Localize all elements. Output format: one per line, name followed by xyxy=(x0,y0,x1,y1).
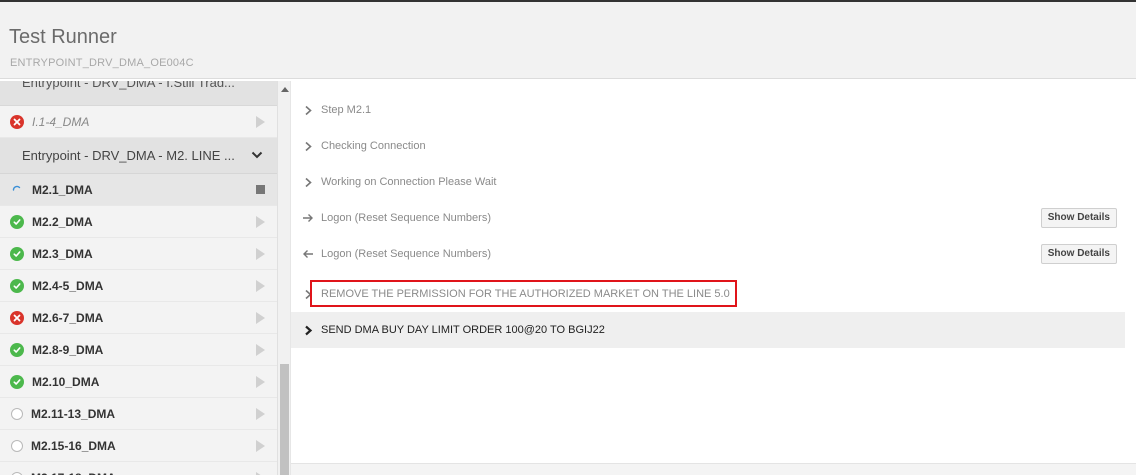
step-label: SEND DMA BUY DAY LIMIT ORDER 100@20 TO B… xyxy=(321,324,605,336)
stop-icon[interactable] xyxy=(256,185,265,194)
app-subtitle: ENTRYPOINT_DRV_DMA_OE004C xyxy=(10,57,194,69)
test-item-label: M2.10_DMA xyxy=(32,374,100,389)
test-item-label: I.1-4_DMA xyxy=(32,114,90,129)
step-row-current[interactable]: SEND DMA BUY DAY LIMIT ORDER 100@20 TO B… xyxy=(291,312,1125,348)
passed-icon xyxy=(10,374,24,389)
chevron-right-icon xyxy=(301,325,315,336)
test-item-label: M2.8-9_DMA xyxy=(32,342,104,357)
chevron-right-icon xyxy=(301,105,315,116)
step-row[interactable]: Step M2.1 xyxy=(291,92,1125,128)
app-title: Test Runner xyxy=(9,26,117,48)
test-item[interactable]: M2.10_DMA xyxy=(0,366,277,398)
test-item[interactable]: M2.1_DMA xyxy=(0,174,277,206)
step-label: REMOVE THE PERMISSION FOR THE AUTHORIZED… xyxy=(321,288,730,300)
test-list: Entrypoint - DRV_DMA - I.Still Trad... I… xyxy=(0,81,277,475)
sidebar-scrollbar[interactable] xyxy=(277,81,290,475)
passed-icon xyxy=(10,246,24,261)
app-header: Test Runner ENTRYPOINT_DRV_DMA_OE004C xyxy=(0,2,1136,79)
panel-footer xyxy=(291,463,1136,475)
pending-icon xyxy=(11,407,23,420)
test-item-i1-4[interactable]: I.1-4_DMA xyxy=(0,106,277,138)
step-row[interactable]: Checking Connection xyxy=(291,128,1125,164)
run-icon[interactable] xyxy=(256,280,265,292)
step-label: Working on Connection Please Wait xyxy=(321,176,497,188)
test-sidebar: Entrypoint - DRV_DMA - I.Still Trad... I… xyxy=(0,81,290,475)
chevron-right-icon xyxy=(301,177,315,188)
failed-icon xyxy=(10,114,24,129)
step-label: Logon (Reset Sequence Numbers) xyxy=(321,248,491,260)
show-details-button[interactable]: Show Details xyxy=(1040,208,1117,228)
run-icon[interactable] xyxy=(256,216,265,228)
step-row[interactable]: Logon (Reset Sequence Numbers) Show Detai… xyxy=(291,200,1125,236)
test-item-label: M2.17-18_DMA xyxy=(31,471,116,475)
run-icon[interactable] xyxy=(256,376,265,388)
group-label: Entrypoint - DRV_DMA - M2. LINE ... xyxy=(22,148,235,163)
test-item-label: M2.11-13_DMA xyxy=(31,406,116,421)
test-item[interactable]: M2.8-9_DMA xyxy=(0,334,277,366)
previous-group-label: Entrypoint - DRV_DMA - I.Still Trad... xyxy=(22,81,235,90)
show-details-button[interactable]: Show Details xyxy=(1040,244,1117,264)
chevron-down-icon[interactable] xyxy=(251,150,263,160)
pending-icon xyxy=(11,439,23,452)
test-item-label: M2.4-5_DMA xyxy=(32,278,104,293)
test-item[interactable]: M2.2_DMA xyxy=(0,206,277,238)
previous-group-header[interactable]: Entrypoint - DRV_DMA - I.Still Trad... xyxy=(0,81,277,106)
failed-icon xyxy=(10,310,24,325)
run-icon[interactable] xyxy=(256,408,265,420)
chevron-right-icon xyxy=(301,141,315,152)
arrow-right-icon xyxy=(301,213,315,223)
run-icon[interactable] xyxy=(256,116,265,128)
test-item[interactable]: M2.11-13_DMA xyxy=(0,398,277,430)
group-header-m2[interactable]: Entrypoint - DRV_DMA - M2. LINE ... xyxy=(0,138,277,174)
step-row[interactable]: Logon (Reset Sequence Numbers) Show Detai… xyxy=(291,236,1125,272)
test-item-label: M2.2_DMA xyxy=(32,214,93,229)
run-icon[interactable] xyxy=(256,248,265,260)
test-item[interactable]: M2.15-16_DMA xyxy=(0,430,277,462)
test-item[interactable]: M2.6-7_DMA xyxy=(0,302,277,334)
step-panel: Step M2.1 Checking Connection Working on C… xyxy=(290,81,1136,475)
step-row[interactable]: Working on Connection Please Wait xyxy=(291,164,1125,200)
step-label: Step M2.1 xyxy=(321,104,372,116)
test-item-label: M2.1_DMA xyxy=(32,182,93,197)
scrollbar-thumb[interactable] xyxy=(280,364,289,475)
scroll-up-icon[interactable] xyxy=(281,87,289,92)
run-icon[interactable] xyxy=(256,344,265,356)
test-item-label: M2.15-16_DMA xyxy=(31,438,116,453)
test-items: M2.1_DMA M2.2_DMA M2.3_DMA M2.4-5_DMA M2.6-7… xyxy=(0,174,277,475)
chevron-right-icon xyxy=(301,289,315,300)
test-item-label: M2.3_DMA xyxy=(32,246,93,261)
step-label: Logon (Reset Sequence Numbers) xyxy=(321,212,491,224)
test-item[interactable]: M2.3_DMA xyxy=(0,238,277,270)
passed-icon xyxy=(10,214,24,229)
arrow-left-icon xyxy=(301,249,315,259)
passed-icon xyxy=(10,278,24,293)
pending-icon xyxy=(11,471,23,475)
test-item[interactable]: M2.17-18_DMA xyxy=(0,462,277,475)
test-item[interactable]: M2.4-5_DMA xyxy=(0,270,277,302)
passed-icon xyxy=(10,342,24,357)
step-label: Checking Connection xyxy=(321,140,426,152)
test-item-label: M2.6-7_DMA xyxy=(32,310,104,325)
spinner-icon xyxy=(10,183,24,197)
run-icon[interactable] xyxy=(256,440,265,452)
step-row[interactable]: REMOVE THE PERMISSION FOR THE AUTHORIZED… xyxy=(291,276,1125,312)
run-icon[interactable] xyxy=(256,312,265,324)
